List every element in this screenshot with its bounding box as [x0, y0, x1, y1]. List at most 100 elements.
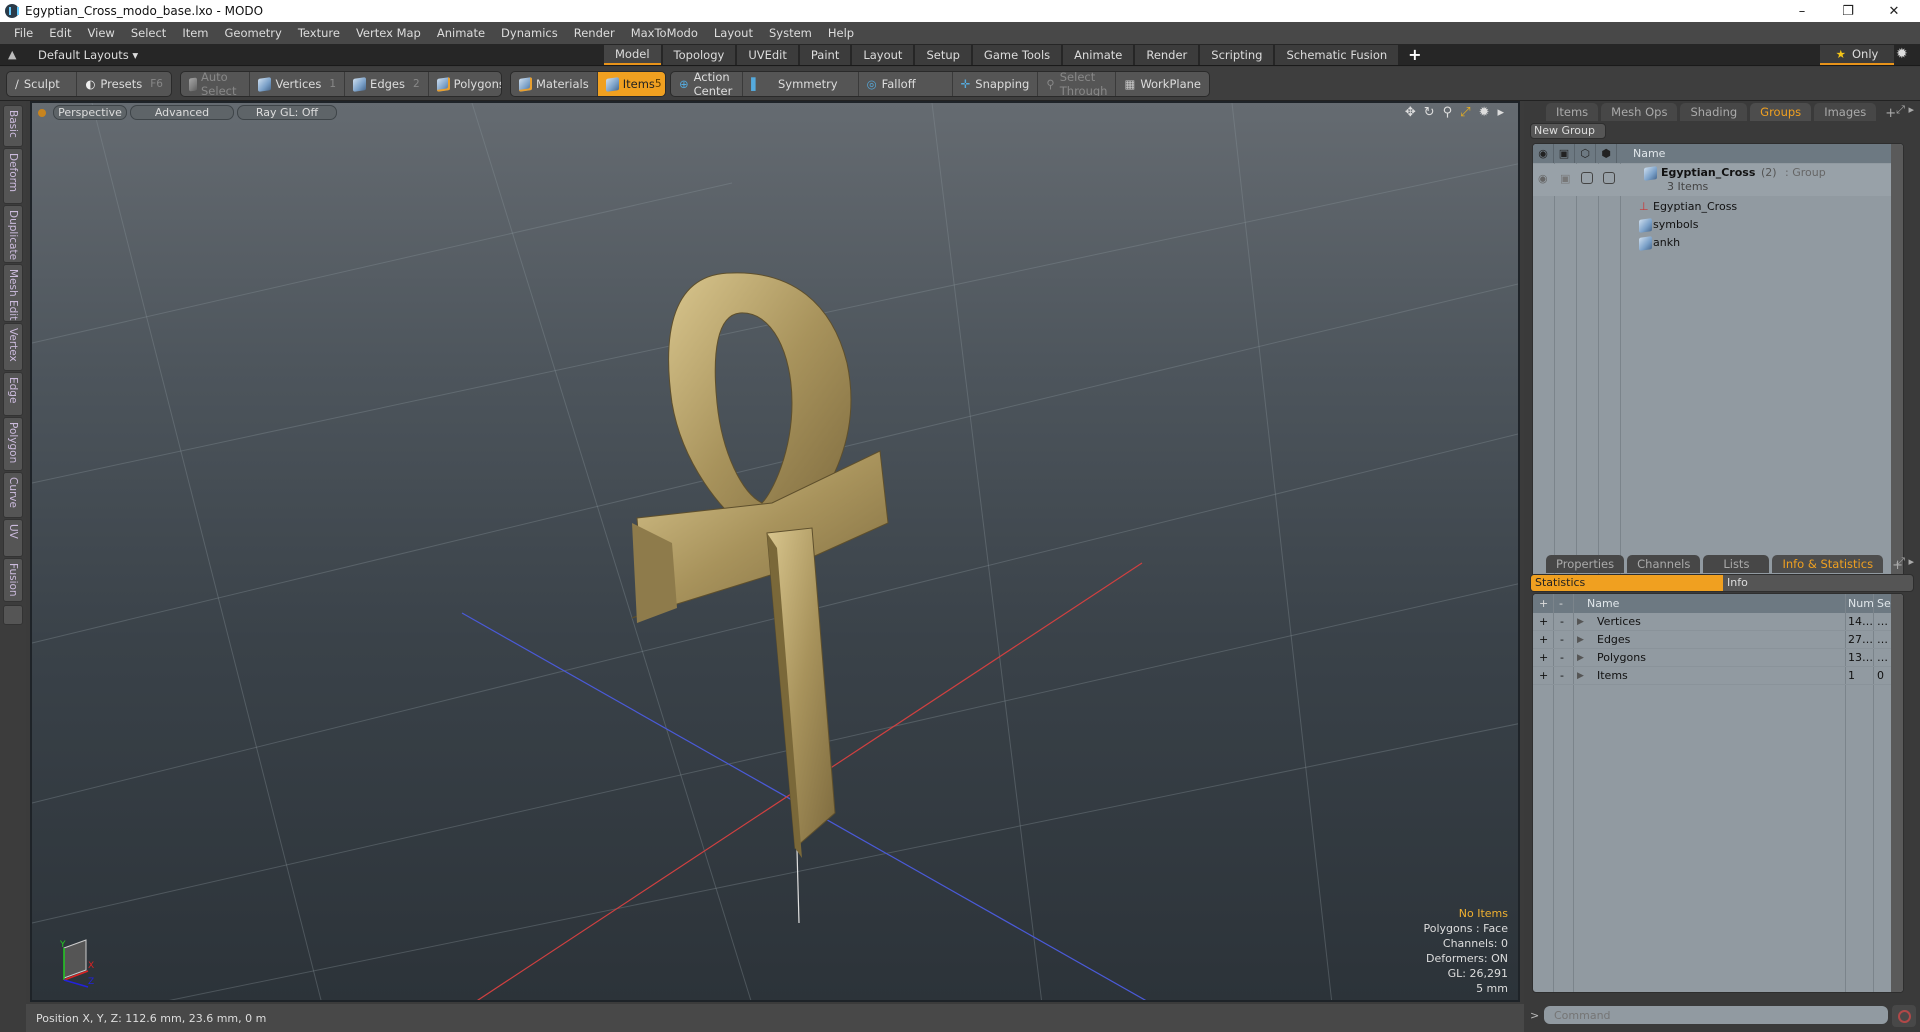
- edges-button[interactable]: Edges 2: [345, 72, 429, 96]
- groups-scrollbar[interactable]: [1891, 144, 1903, 582]
- header-num[interactable]: Num: [1848, 594, 1874, 613]
- sidebar-tab-fusion[interactable]: Fusion: [3, 558, 23, 602]
- tab-render[interactable]: Render: [1135, 45, 1199, 65]
- row-expand-arrow-icon[interactable]: ▶: [1577, 631, 1584, 648]
- rotate-icon[interactable]: ↻: [1424, 105, 1435, 120]
- expand-plus[interactable]: +: [1539, 667, 1548, 684]
- tab-setup[interactable]: Setup: [915, 45, 971, 65]
- tab-lists[interactable]: Lists: [1703, 555, 1770, 573]
- sidebar-tab-mesh-edit[interactable]: Mesh Edit: [3, 264, 23, 322]
- shading-dropdown[interactable]: Advanced: [130, 105, 234, 120]
- sidebar-tab-deform[interactable]: Deform: [3, 148, 23, 204]
- zoom-icon[interactable]: ⚲: [1443, 105, 1453, 120]
- expand-plus[interactable]: +: [1539, 631, 1548, 648]
- tab-items[interactable]: Items: [1546, 103, 1599, 121]
- sidebar-tab-duplicate[interactable]: Duplicate: [3, 205, 23, 263]
- only-button[interactable]: ★ Only: [1820, 45, 1894, 65]
- stats-row-items[interactable]: + - ▶ Items 1 0: [1533, 667, 1903, 685]
- menu-help[interactable]: Help: [820, 26, 862, 40]
- gear-icon[interactable]: ✹: [1896, 46, 1908, 62]
- viewport-settings-icon[interactable]: ✹: [1479, 105, 1490, 120]
- raygl-toggle[interactable]: Ray GL: Off: [237, 105, 337, 120]
- menu-render[interactable]: Render: [566, 26, 623, 40]
- collapse-minus[interactable]: -: [1560, 613, 1564, 630]
- collapse-minus[interactable]: -: [1560, 649, 1564, 666]
- row-expand-arrow-icon[interactable]: ▶: [1577, 613, 1584, 630]
- tab-paint[interactable]: Paint: [799, 45, 851, 65]
- collapse-minus[interactable]: -: [1560, 631, 1564, 648]
- tab-images[interactable]: Images: [1814, 103, 1877, 121]
- child-row-ankh[interactable]: ankh: [1533, 234, 1903, 252]
- pan-icon[interactable]: ✥: [1405, 105, 1416, 120]
- menu-item[interactable]: Item: [174, 26, 216, 40]
- restore-button[interactable]: ❐: [1826, 0, 1870, 22]
- tab-layout[interactable]: Layout: [852, 45, 914, 65]
- lock-column-icon[interactable]: ⬡: [1575, 144, 1596, 163]
- menu-file[interactable]: File: [6, 26, 41, 40]
- menu-edit[interactable]: Edit: [41, 26, 79, 40]
- sidebar-tab-curve[interactable]: Curve: [3, 472, 23, 518]
- close-button[interactable]: ✕: [1872, 0, 1916, 22]
- ankh-model[interactable]: [631, 272, 889, 858]
- lock-checkbox[interactable]: [1581, 172, 1593, 184]
- sidebar-extra-button[interactable]: [3, 605, 23, 625]
- menu-geometry[interactable]: Geometry: [217, 26, 290, 40]
- new-group-button[interactable]: New Group: [1530, 123, 1606, 139]
- child-row-egyptian-cross[interactable]: ⊥ Egyptian_Cross: [1533, 198, 1903, 216]
- viewport-options-dot[interactable]: [38, 108, 46, 117]
- stats-row-edges[interactable]: + - ▶ Edges 27… …: [1533, 631, 1903, 649]
- sculpt-button[interactable]: ∕ Sculpt: [7, 72, 78, 96]
- add-tab-button[interactable]: +: [1400, 45, 1429, 65]
- tab-model[interactable]: Model: [604, 45, 661, 65]
- menu-view[interactable]: View: [80, 26, 123, 40]
- stats-row-vertices[interactable]: + - ▶ Vertices 14… …: [1533, 613, 1903, 631]
- stats-scrollbar[interactable]: [1891, 594, 1903, 992]
- header-name[interactable]: Name: [1587, 594, 1619, 613]
- default-layouts-dropdown[interactable]: Default Layouts ▾: [38, 48, 138, 62]
- presets-button[interactable]: ◐ Presets F6: [77, 72, 171, 96]
- expand-panel-icon[interactable]: ⤢ ▸: [1896, 103, 1914, 117]
- polygons-button[interactable]: Polygons: [429, 72, 501, 96]
- select-through-button[interactable]: ⚲ Select Through: [1038, 72, 1117, 96]
- 3d-viewport[interactable]: Perspective Advanced Ray GL: Off ✥ ↻ ⚲ ⤢…: [30, 101, 1520, 1002]
- tab-uvedit[interactable]: UVEdit: [737, 45, 798, 65]
- menu-select[interactable]: Select: [123, 26, 174, 40]
- sidebar-tab-polygon[interactable]: Polygon: [3, 417, 23, 471]
- select-checkbox[interactable]: [1603, 172, 1615, 184]
- menu-layout[interactable]: Layout: [706, 26, 761, 40]
- maximize-icon[interactable]: ⤢: [1460, 105, 1470, 120]
- items-button[interactable]: Items 5: [597, 72, 665, 96]
- tab-info-statistics[interactable]: Info & Statistics: [1772, 555, 1884, 573]
- subtab-info[interactable]: Info: [1723, 575, 1748, 591]
- sidebar-tab-uv[interactable]: UV: [3, 519, 23, 557]
- menu-texture[interactable]: Texture: [290, 26, 348, 40]
- stats-row-polygons[interactable]: + - ▶ Polygons 13… …: [1533, 649, 1903, 667]
- perspective-dropdown[interactable]: Perspective: [53, 105, 127, 120]
- workplane-button[interactable]: ▦ WorkPlane: [1116, 72, 1209, 96]
- tab-properties[interactable]: Properties: [1546, 555, 1625, 573]
- auto-select-button[interactable]: Auto Select: [181, 72, 251, 96]
- subtab-statistics[interactable]: Statistics: [1531, 575, 1723, 591]
- materials-button[interactable]: Materials: [511, 72, 598, 96]
- snapping-button[interactable]: ✛ Snapping: [953, 72, 1039, 96]
- viewport-more-icon[interactable]: ▸: [1497, 105, 1504, 120]
- tab-animate[interactable]: Animate: [1063, 45, 1134, 65]
- expand-stats-panel-icon[interactable]: ⤢ ▸: [1896, 555, 1914, 569]
- menu-animate[interactable]: Animate: [429, 26, 493, 40]
- visibility-eye-icon[interactable]: ◉: [1538, 172, 1548, 185]
- tab-shading[interactable]: Shading: [1680, 103, 1748, 121]
- tab-groups[interactable]: Groups: [1750, 103, 1812, 121]
- menu-maxtomodo[interactable]: MaxToModo: [623, 26, 706, 40]
- tab-schematic-fusion[interactable]: Schematic Fusion: [1275, 45, 1399, 65]
- child-row-symbols[interactable]: symbols: [1533, 216, 1903, 234]
- falloff-button[interactable]: ◎ Falloff: [859, 72, 953, 96]
- command-input[interactable]: [1544, 1006, 1888, 1024]
- action-center-button[interactable]: ⊕ Action Center: [671, 72, 744, 96]
- tab-mesh-ops[interactable]: Mesh Ops: [1601, 103, 1678, 121]
- tab-scripting[interactable]: Scripting: [1200, 45, 1274, 65]
- vertices-button[interactable]: Vertices 1: [250, 72, 346, 96]
- symmetry-button[interactable]: ▌ Symmetry: [743, 72, 859, 96]
- collapse-up-icon[interactable]: ▲: [8, 48, 16, 61]
- tab-channels[interactable]: Channels: [1627, 555, 1701, 573]
- collapse-minus[interactable]: -: [1560, 667, 1564, 684]
